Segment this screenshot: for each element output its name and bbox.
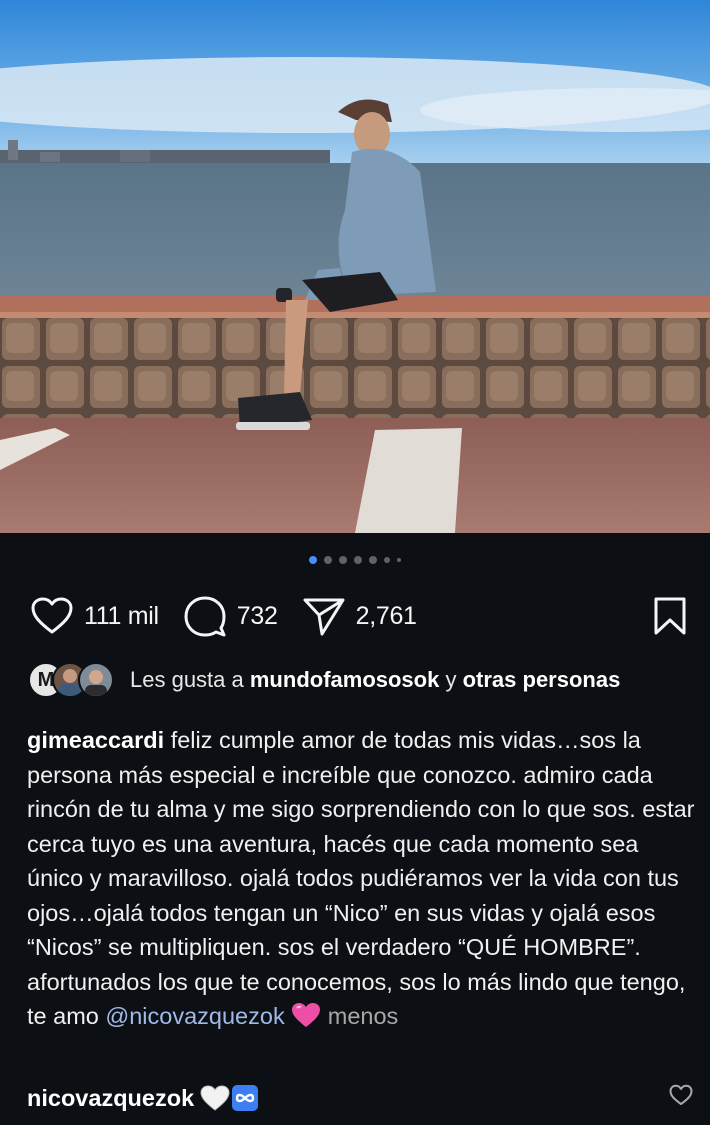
liked-by-user[interactable]: mundofamososok [250,667,439,692]
carousel-dot [397,558,401,562]
pink-heart-icon [291,1002,321,1038]
carousel-dot [339,556,347,564]
comment-like-button[interactable] [669,1084,693,1111]
carousel-dot [369,556,377,564]
caption-username[interactable]: gimeaccardi [27,727,164,753]
comment-count: 732 [236,601,278,630]
avatar [78,662,114,698]
action-bar: 111 mil 732 2,761 [30,592,690,640]
caption-text: feliz cumple amor de todas mis vidas…sos… [27,727,695,1029]
post-caption: gimeaccardi feliz cumple amor de todas m… [27,723,697,1038]
liked-by-others[interactable]: otras personas [463,667,621,692]
carousel-dot [354,556,362,564]
carousel-dot [324,556,332,564]
liker-avatars: M [28,662,118,698]
save-button[interactable] [652,596,688,641]
carousel-indicator [0,556,710,564]
share-button[interactable]: 2,761 [302,595,417,637]
comment-row: nicovazquezok [27,1080,697,1116]
paper-plane-icon [303,598,345,636]
photo-image [0,0,710,533]
white-heart-icon [200,1085,230,1111]
caption-mention[interactable]: @nicovazquezok [105,1003,284,1029]
like-count: 111 mil [84,601,159,630]
liked-by-prefix: Les gusta a [130,667,244,692]
liked-by-row[interactable]: M Les gusta a mundofamososok y otras per… [28,660,698,700]
carousel-dot [384,557,390,563]
comment-button[interactable]: 732 [183,595,278,637]
infinity-icon [232,1085,259,1111]
heart-outline-icon [669,1084,693,1105]
bookmark-icon [654,597,686,635]
liked-by-text: Les gusta a mundofamososok y otras perso… [130,667,620,693]
share-count: 2,761 [355,601,417,630]
comment-bubble-icon [184,596,226,637]
heart-outline-icon [31,597,73,634]
comment-emojis [200,1085,259,1111]
show-less-link[interactable]: menos [328,1003,399,1029]
post-photo[interactable] [0,0,710,533]
carousel-dot-active [309,556,317,564]
like-button[interactable]: 111 mil [30,596,159,636]
liked-by-conjunction: y [445,667,457,692]
comment-username[interactable]: nicovazquezok [27,1085,194,1112]
